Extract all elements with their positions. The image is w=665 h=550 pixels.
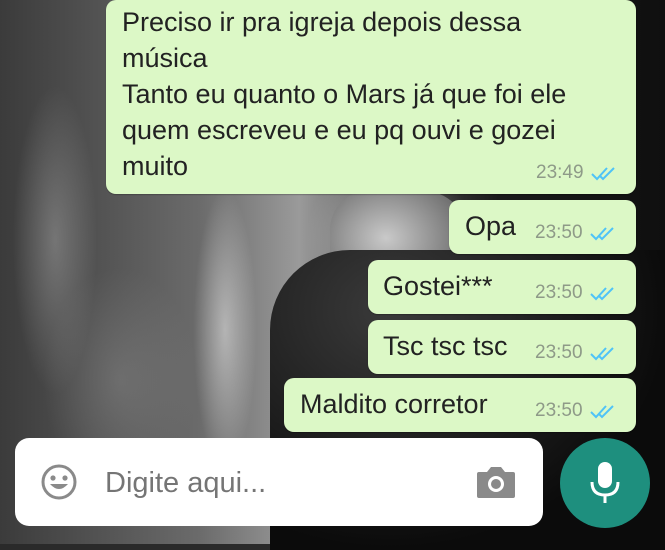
camera-icon[interactable] [475,464,517,500]
message-bubble-4[interactable]: Tsc tsc tsc 23:50 [368,320,636,374]
message-input[interactable] [103,460,447,506]
message-time: 23:50 [535,400,583,421]
mic-button[interactable] [560,438,650,528]
message-time: 23:50 [535,282,583,303]
message-time: 23:50 [535,222,583,243]
message-text: Preciso ir pra igreja depois dessa músic… [122,7,567,181]
read-ticks-icon [589,227,614,241]
message-time: 23:50 [535,342,583,363]
message-meta: 23:50 [535,282,619,304]
message-text: Maldito corretor [300,389,488,419]
message-meta: 23:50 [535,342,619,364]
read-ticks-icon [589,347,614,361]
message-bubble-2[interactable]: Opa 23:50 [449,200,636,254]
message-text: Tsc tsc tsc [383,331,508,361]
message-meta: 23:50 [535,400,619,422]
emoji-icon[interactable] [40,463,78,501]
message-meta: 23:50 [535,222,619,244]
message-text: Gostei*** [383,271,493,301]
message-composer [15,438,543,526]
read-ticks-icon [589,287,614,301]
read-ticks-icon [590,167,615,181]
message-bubble-5[interactable]: Maldito corretor 23:50 [284,378,636,432]
message-meta: 23:49 [536,162,620,184]
read-ticks-icon [589,405,614,419]
message-bubble-1[interactable]: Preciso ir pra igreja depois dessa músic… [106,0,636,194]
message-time: 23:49 [536,162,584,183]
message-bubble-3[interactable]: Gostei*** 23:50 [368,260,636,314]
message-text: Opa [465,211,517,241]
mic-icon [590,462,620,503]
